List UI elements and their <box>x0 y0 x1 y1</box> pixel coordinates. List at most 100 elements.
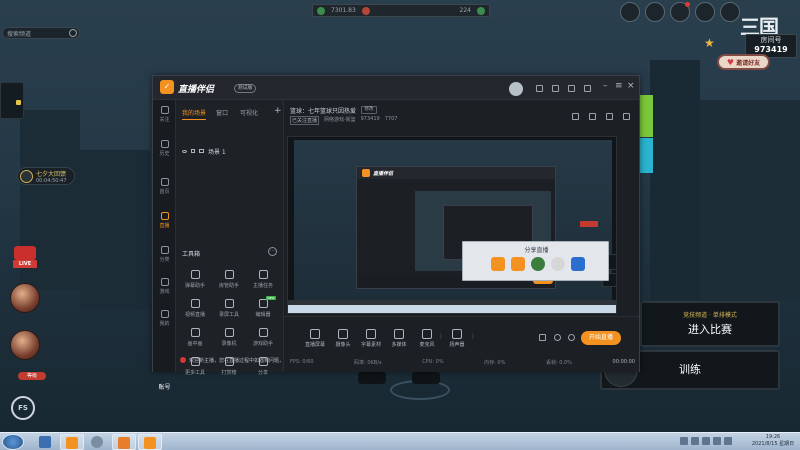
close-icon[interactable]: × <box>627 81 635 91</box>
team-badge-avatar[interactable] <box>10 330 40 360</box>
lock-icon[interactable] <box>572 113 579 120</box>
start-live-button[interactable]: 开始直播 <box>581 331 621 345</box>
mail-icon[interactable] <box>670 2 690 22</box>
menu-icon[interactable]: ≡ <box>615 81 623 91</box>
taskbar-app[interactable] <box>60 434 84 450</box>
bell-icon[interactable] <box>584 85 591 92</box>
source-camera[interactable]: 摄像头 <box>330 329 356 348</box>
share-wechat-icon[interactable] <box>531 257 545 271</box>
taskbar-app[interactable] <box>138 434 162 450</box>
scene-item[interactable]: 场景 1 <box>182 146 280 156</box>
share-app-icon[interactable] <box>491 257 505 271</box>
taskbar-app[interactable] <box>34 434 58 450</box>
account-label[interactable]: 账号 <box>153 382 176 391</box>
settings-icon[interactable] <box>645 2 665 22</box>
tab-visual[interactable]: 可视化 <box>240 108 258 117</box>
lock-icon[interactable] <box>191 149 195 153</box>
gamepad-icon <box>160 278 169 286</box>
gift-icon[interactable] <box>552 85 559 92</box>
minimize-icon[interactable]: – <box>603 81 608 91</box>
rail-item-home[interactable]: 首页 <box>153 178 176 195</box>
add-currency-icon[interactable] <box>477 6 485 15</box>
status-dropped: 丢帧: 0.0% <box>545 360 572 366</box>
more-tools-icon[interactable]: ⋯ <box>268 247 277 256</box>
settings-icon[interactable] <box>606 113 613 120</box>
tool-game-helper[interactable]: 游戏助手 <box>246 328 280 347</box>
left-side-panel[interactable] <box>0 82 24 119</box>
tool-room-admin[interactable]: 房管助手 <box>212 270 246 289</box>
live-button[interactable]: LIVE <box>11 244 39 270</box>
network-icon[interactable] <box>713 437 721 445</box>
rail-item-history[interactable]: 历史 <box>153 140 176 157</box>
live-preview[interactable]: 直播伴侣 进入比赛 训练 分享直播 <box>287 136 617 314</box>
rail-item-follow[interactable]: 关注 <box>153 106 176 123</box>
volume-icon[interactable] <box>724 437 732 445</box>
message-icon[interactable] <box>568 85 575 92</box>
share-icon[interactable] <box>623 113 630 120</box>
add-scene-button[interactable]: + <box>274 106 282 116</box>
screen-icon <box>310 329 320 339</box>
share-weibo-icon[interactable] <box>551 257 565 271</box>
player-avatar[interactable] <box>10 283 40 313</box>
event-timer: 00:04:50:47 <box>36 177 67 184</box>
microphone-volume-handle[interactable]: ⋮ <box>438 333 444 343</box>
source-control-bar: 直播屏幕 摄像头 字幕素材 多媒体 麦克风 ⋮ 扬声器 ⋮ 开始直播 FPS: … <box>284 316 639 372</box>
bag-icon[interactable] <box>720 2 740 22</box>
event-badge[interactable]: 七夕大回馈 00:04:50:47 <box>17 167 75 185</box>
tool-danmaku[interactable]: 弹幕助手 <box>178 270 212 289</box>
tool-editor[interactable]: 编辑器 <box>246 296 280 318</box>
heart-icon: ♥ <box>726 57 735 67</box>
source-screen[interactable]: 直播屏幕 <box>302 329 328 348</box>
tab-window[interactable]: 窗口 <box>216 108 228 117</box>
share-link-icon[interactable] <box>571 257 585 271</box>
edit-title-button[interactable]: 修改 <box>361 106 377 114</box>
start-button[interactable] <box>2 434 24 450</box>
system-clock[interactable]: 19:26 2021/8/15 星期日 <box>748 434 798 448</box>
tool-camera-recorder[interactable]: 录像机 <box>212 328 246 347</box>
sound-wave-icon[interactable] <box>539 334 546 341</box>
grid-icon <box>160 246 169 254</box>
tray-icon[interactable] <box>702 437 710 445</box>
rail-item-mine[interactable]: 我的 <box>153 310 176 327</box>
source-media[interactable]: 多媒体 <box>386 329 412 348</box>
skin-icon[interactable] <box>536 85 543 92</box>
fs-icon[interactable]: FS <box>11 396 35 420</box>
home-icon[interactable] <box>620 2 640 22</box>
coin-icon <box>317 6 325 15</box>
tool-video-live[interactable]: 视频直播 <box>178 299 212 318</box>
tray-icon[interactable] <box>691 437 699 445</box>
visibility-icon[interactable] <box>182 149 187 153</box>
eye-icon[interactable] <box>554 334 561 341</box>
side-tab-cyan[interactable] <box>640 138 653 173</box>
tray-icon[interactable] <box>680 437 688 445</box>
invite-friends-button[interactable]: ♥ 邀请好友 <box>717 54 770 70</box>
live-duration: 00:00:00 <box>612 359 635 365</box>
source-text[interactable]: 字幕素材 <box>358 329 384 348</box>
mode-subtitle: 竞技频道 · 单排模式 <box>683 312 737 319</box>
side-tab-green[interactable] <box>640 95 653 137</box>
refresh-icon[interactable] <box>69 29 77 37</box>
layout-icon[interactable] <box>589 113 596 120</box>
speaker-toggle[interactable]: 扬声器 <box>444 329 470 348</box>
tool-recorder[interactable]: 录屏工具 <box>212 299 246 318</box>
clock-date: 2021/8/15 星期日 <box>751 441 795 447</box>
taskbar-app[interactable] <box>112 434 136 450</box>
tool-tasks[interactable]: 主播任务 <box>246 270 280 289</box>
taskbar-app[interactable] <box>86 434 110 450</box>
microphone-toggle[interactable]: 麦克风 <box>414 329 440 348</box>
shop-icon[interactable] <box>695 2 715 22</box>
room-online-count: 7707 <box>384 116 398 122</box>
speaker-volume-handle[interactable]: ⋮ <box>470 333 476 343</box>
channel-search[interactable]: 搜索频道 <box>2 27 80 39</box>
share-app-icon[interactable] <box>511 257 525 271</box>
enter-match-button[interactable]: 竞技频道 · 单排模式 进入比赛 <box>640 301 780 347</box>
rail-item-category[interactable]: 分类 <box>153 246 176 263</box>
media-icon <box>394 329 404 339</box>
settings-icon[interactable] <box>568 334 575 341</box>
rail-item-live[interactable]: 直播 <box>153 212 176 229</box>
tool-pip[interactable]: 画中画 <box>178 328 212 347</box>
user-avatar[interactable] <box>509 82 523 96</box>
rail-item-games[interactable]: 游戏 <box>153 278 176 295</box>
mode-title: 进入比赛 <box>688 323 732 336</box>
tab-my-scenes[interactable]: 我的场景 <box>182 108 207 120</box>
